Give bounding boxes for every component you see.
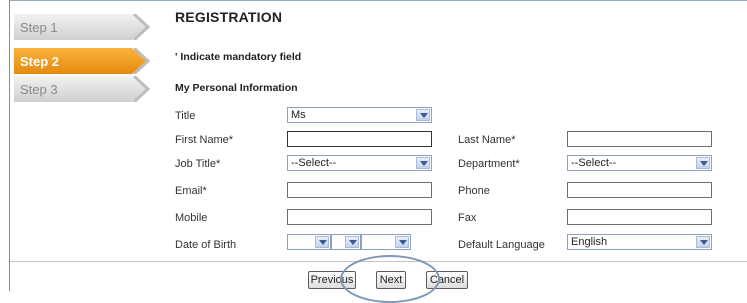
- job-title-label: Job Title*: [175, 158, 221, 170]
- last-name-field[interactable]: [567, 131, 712, 147]
- step-2[interactable]: Step 2: [14, 48, 159, 74]
- phone-field[interactable]: [567, 182, 712, 198]
- mobile-label: Mobile: [175, 212, 208, 224]
- job-title-select[interactable]: --Select--: [287, 155, 432, 171]
- dob-label: Date of Birth: [175, 239, 237, 251]
- mobile-field[interactable]: [287, 209, 432, 225]
- chevron-down-icon: [395, 236, 409, 248]
- dob-month-select[interactable]: [331, 234, 361, 250]
- title-label: Title: [175, 110, 196, 122]
- language-label: Default Language: [458, 239, 545, 251]
- phone-label: Phone: [458, 185, 490, 197]
- last-name-label: Last Name*: [458, 134, 516, 146]
- chevron-down-icon: [416, 109, 430, 121]
- chevron-down-icon: [315, 236, 329, 248]
- highlight-annotation-circle: [340, 255, 440, 303]
- job-title-select-value: --Select--: [291, 157, 337, 169]
- email-label: Email*: [175, 185, 207, 197]
- first-name-field[interactable]: [287, 131, 432, 147]
- page-title: REGISTRATION: [175, 9, 283, 25]
- step-3-label: Step 3: [20, 82, 58, 97]
- step-2-label: Step 2: [20, 54, 60, 69]
- chevron-down-icon: [696, 157, 710, 169]
- step-1[interactable]: Step 1: [14, 14, 159, 40]
- fax-label: Fax: [458, 212, 477, 224]
- department-select[interactable]: --Select--: [567, 155, 712, 171]
- step-3[interactable]: Step 3: [14, 76, 159, 102]
- chevron-down-icon: [345, 236, 359, 248]
- language-select-value: English: [571, 236, 608, 248]
- mandatory-field-note: ' Indicate mandatory field: [175, 51, 302, 63]
- language-select[interactable]: English: [567, 234, 712, 250]
- dob-day-select[interactable]: [287, 234, 331, 250]
- fax-field[interactable]: [567, 209, 712, 225]
- step-1-label: Step 1: [20, 20, 58, 35]
- frame-left-border: [9, 0, 10, 291]
- title-select[interactable]: Ms: [287, 107, 432, 123]
- frame-top-border: [9, 0, 747, 1]
- department-label: Department*: [458, 158, 520, 170]
- title-select-value: Ms: [291, 109, 306, 121]
- department-select-value: --Select--: [571, 157, 617, 169]
- first-name-label: First Name*: [175, 134, 234, 146]
- chevron-down-icon: [416, 157, 430, 169]
- email-field[interactable]: [287, 182, 432, 198]
- chevron-down-icon: [696, 236, 710, 248]
- dob-year-select[interactable]: [361, 234, 411, 250]
- section-title: My Personal Information: [175, 82, 298, 94]
